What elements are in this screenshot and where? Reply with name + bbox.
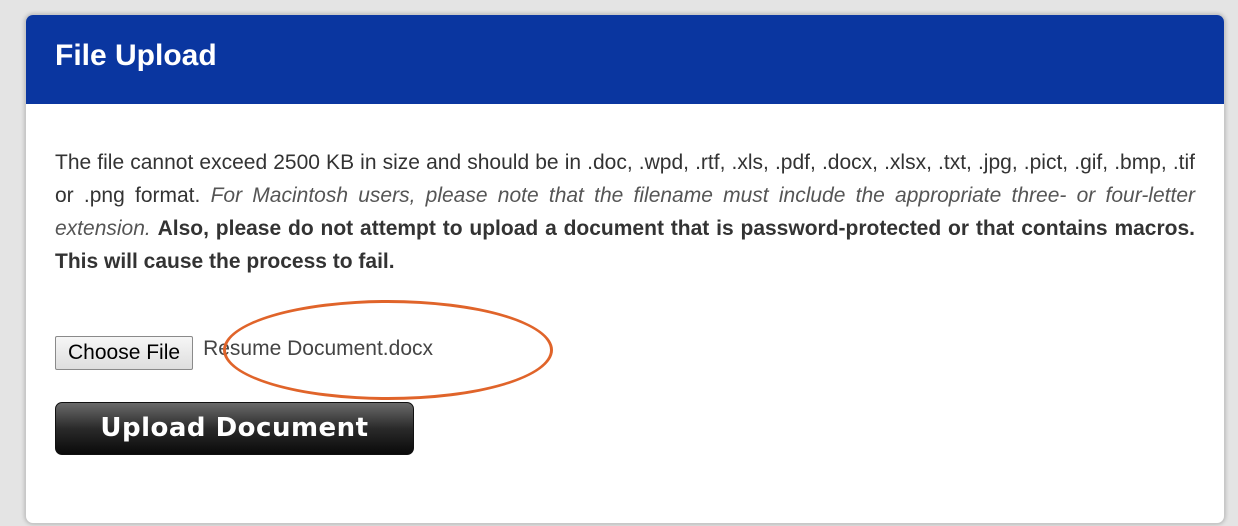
choose-file-button[interactable]: Choose File [55,336,194,370]
upload-instructions: The file cannot exceed 2500 KB in size a… [55,146,1195,278]
instructions-warning: Also, please do not attempt to upload a … [55,217,1195,273]
file-upload-panel: File Upload The file cannot exceed 2500 … [25,14,1225,524]
panel-body: The file cannot exceed 2500 KB in size a… [26,104,1224,455]
file-input-row: Choose File Resume Document.docx [55,300,1195,400]
panel-header: File Upload [26,15,1224,104]
selected-file-name: Resume Document.docx [203,337,433,360]
upload-document-button[interactable]: Upload Document [55,402,414,455]
panel-title: File Upload [55,39,217,72]
